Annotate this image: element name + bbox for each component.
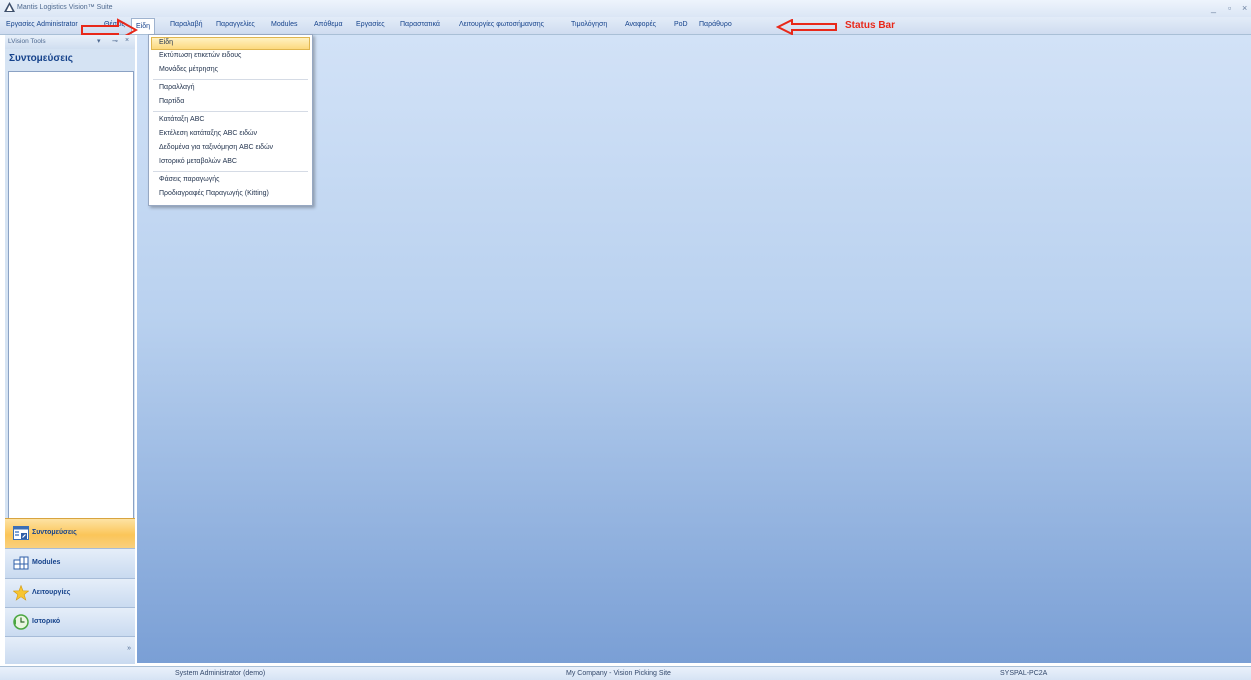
menu-invoicing[interactable]: Τιμολόγηση — [571, 21, 607, 28]
modules-icon — [13, 556, 29, 570]
status-machine: SYSPAL-PC2A — [1000, 670, 1048, 677]
status-bar: System Administrator (demo) My Company -… — [0, 666, 1251, 680]
nav-button-history[interactable]: Ιστορικό — [5, 607, 135, 637]
menu-bar: Εργασίες Administrator Θέσεις Είδη Παραλ… — [0, 17, 1251, 35]
nav-pane-footer: » — [5, 636, 135, 664]
window-title: Mantis Logistics Vision™ Suite — [17, 4, 113, 11]
menu-option-run-abc[interactable]: Εκτέλεση κατάταξης ABC ειδών — [159, 130, 257, 137]
menu-option-units[interactable]: Μονάδες μέτρησης — [159, 66, 218, 73]
nav-button-functions[interactable]: Λειτουργίες — [5, 578, 135, 608]
panel-close-icon[interactable]: × — [125, 37, 129, 44]
panel-dropdown-icon[interactable]: ▾ — [97, 37, 101, 45]
lvision-tools-panel: LVision Tools ▾ ⊸ × Συντομεύσεις :::::: … — [5, 35, 135, 664]
shortcuts-icon — [13, 526, 29, 540]
menu-option-kitting[interactable]: Προδιαγραφές Παραγωγής (Kitting) — [159, 190, 269, 197]
menu-separator — [153, 171, 308, 172]
status-user: System Administrator (demo) — [175, 670, 266, 677]
menu-light-picking[interactable]: Λειτουργίες φωτοσήμανσης — [459, 21, 544, 28]
tools-panel-title: LVision Tools — [8, 38, 46, 45]
nav-label-functions: Λειτουργίες — [32, 589, 71, 596]
menu-admin-tasks[interactable]: Εργασίες Administrator — [6, 21, 78, 28]
menu-tasks[interactable]: Εργασίες — [356, 21, 385, 28]
title-bar: Mantis Logistics Vision™ Suite _ ▫ × — [0, 0, 1251, 17]
configure-buttons-icon[interactable]: » — [127, 645, 131, 652]
menu-separator — [153, 79, 308, 80]
close-button[interactable]: × — [1242, 3, 1247, 13]
minimize-button[interactable]: _ — [1211, 3, 1216, 13]
star-icon — [13, 585, 29, 601]
pane-title: Συντομεύσεις — [9, 53, 73, 64]
status-bar-annotation: Status Bar — [845, 20, 896, 31]
menu-receiving[interactable]: Παραλαβή — [170, 21, 203, 28]
shortcuts-list[interactable] — [8, 71, 134, 544]
menu-option-batch[interactable]: Παρτίδα — [159, 98, 184, 105]
menu-pod[interactable]: PoD — [674, 21, 688, 28]
pin-icon[interactable]: ⊸ — [112, 37, 118, 45]
menu-option-production-phases[interactable]: Φάσεις παραγωγής — [159, 176, 219, 183]
menu-orders[interactable]: Παραγγελίες — [216, 21, 255, 28]
menu-reports[interactable]: Αναφορές — [625, 21, 656, 28]
nav-button-shortcuts[interactable]: Συντομεύσεις — [5, 518, 135, 548]
highlighted-item-background — [151, 37, 310, 50]
status-company-site: My Company - Vision Picking Site — [566, 670, 671, 677]
menu-option-abc-ranking[interactable]: Κατάταξη ABC — [159, 116, 204, 123]
menu-option-abc-data[interactable]: Δεδομένα για ταξινόμηση ABC ειδών — [159, 144, 273, 151]
items-dropdown-menu: Είδη Εκτύπωση ετικετών ειδους Μονάδες μέ… — [148, 34, 313, 206]
menu-option-abc-history[interactable]: Ιστορικό μεταβολών ABC — [159, 158, 237, 165]
red-arrow-left-icon — [776, 19, 837, 35]
menu-option-variant[interactable]: Παραλλαγή — [159, 84, 194, 91]
menu-stock[interactable]: Απόθεμα — [314, 21, 343, 28]
menu-option-items[interactable]: Είδη — [159, 39, 173, 46]
menu-modules[interactable]: Modules — [271, 21, 297, 28]
menu-option-print-labels[interactable]: Εκτύπωση ετικετών ειδους — [159, 52, 241, 59]
menu-window[interactable]: Παράθυρο — [699, 21, 732, 28]
menu-separator — [153, 111, 308, 112]
tools-panel-header: LVision Tools ▾ ⊸ × — [5, 35, 135, 49]
nav-label-history: Ιστορικό — [32, 618, 61, 625]
nav-label-shortcuts: Συντομεύσεις — [32, 529, 77, 536]
mantis-logo-icon — [4, 2, 15, 12]
maximize-button[interactable]: ▫ — [1228, 3, 1231, 13]
history-icon — [13, 614, 29, 630]
nav-button-modules[interactable]: Modules — [5, 548, 135, 578]
menu-documents[interactable]: Παραστατικά — [400, 21, 440, 28]
nav-label-modules: Modules — [32, 559, 61, 566]
